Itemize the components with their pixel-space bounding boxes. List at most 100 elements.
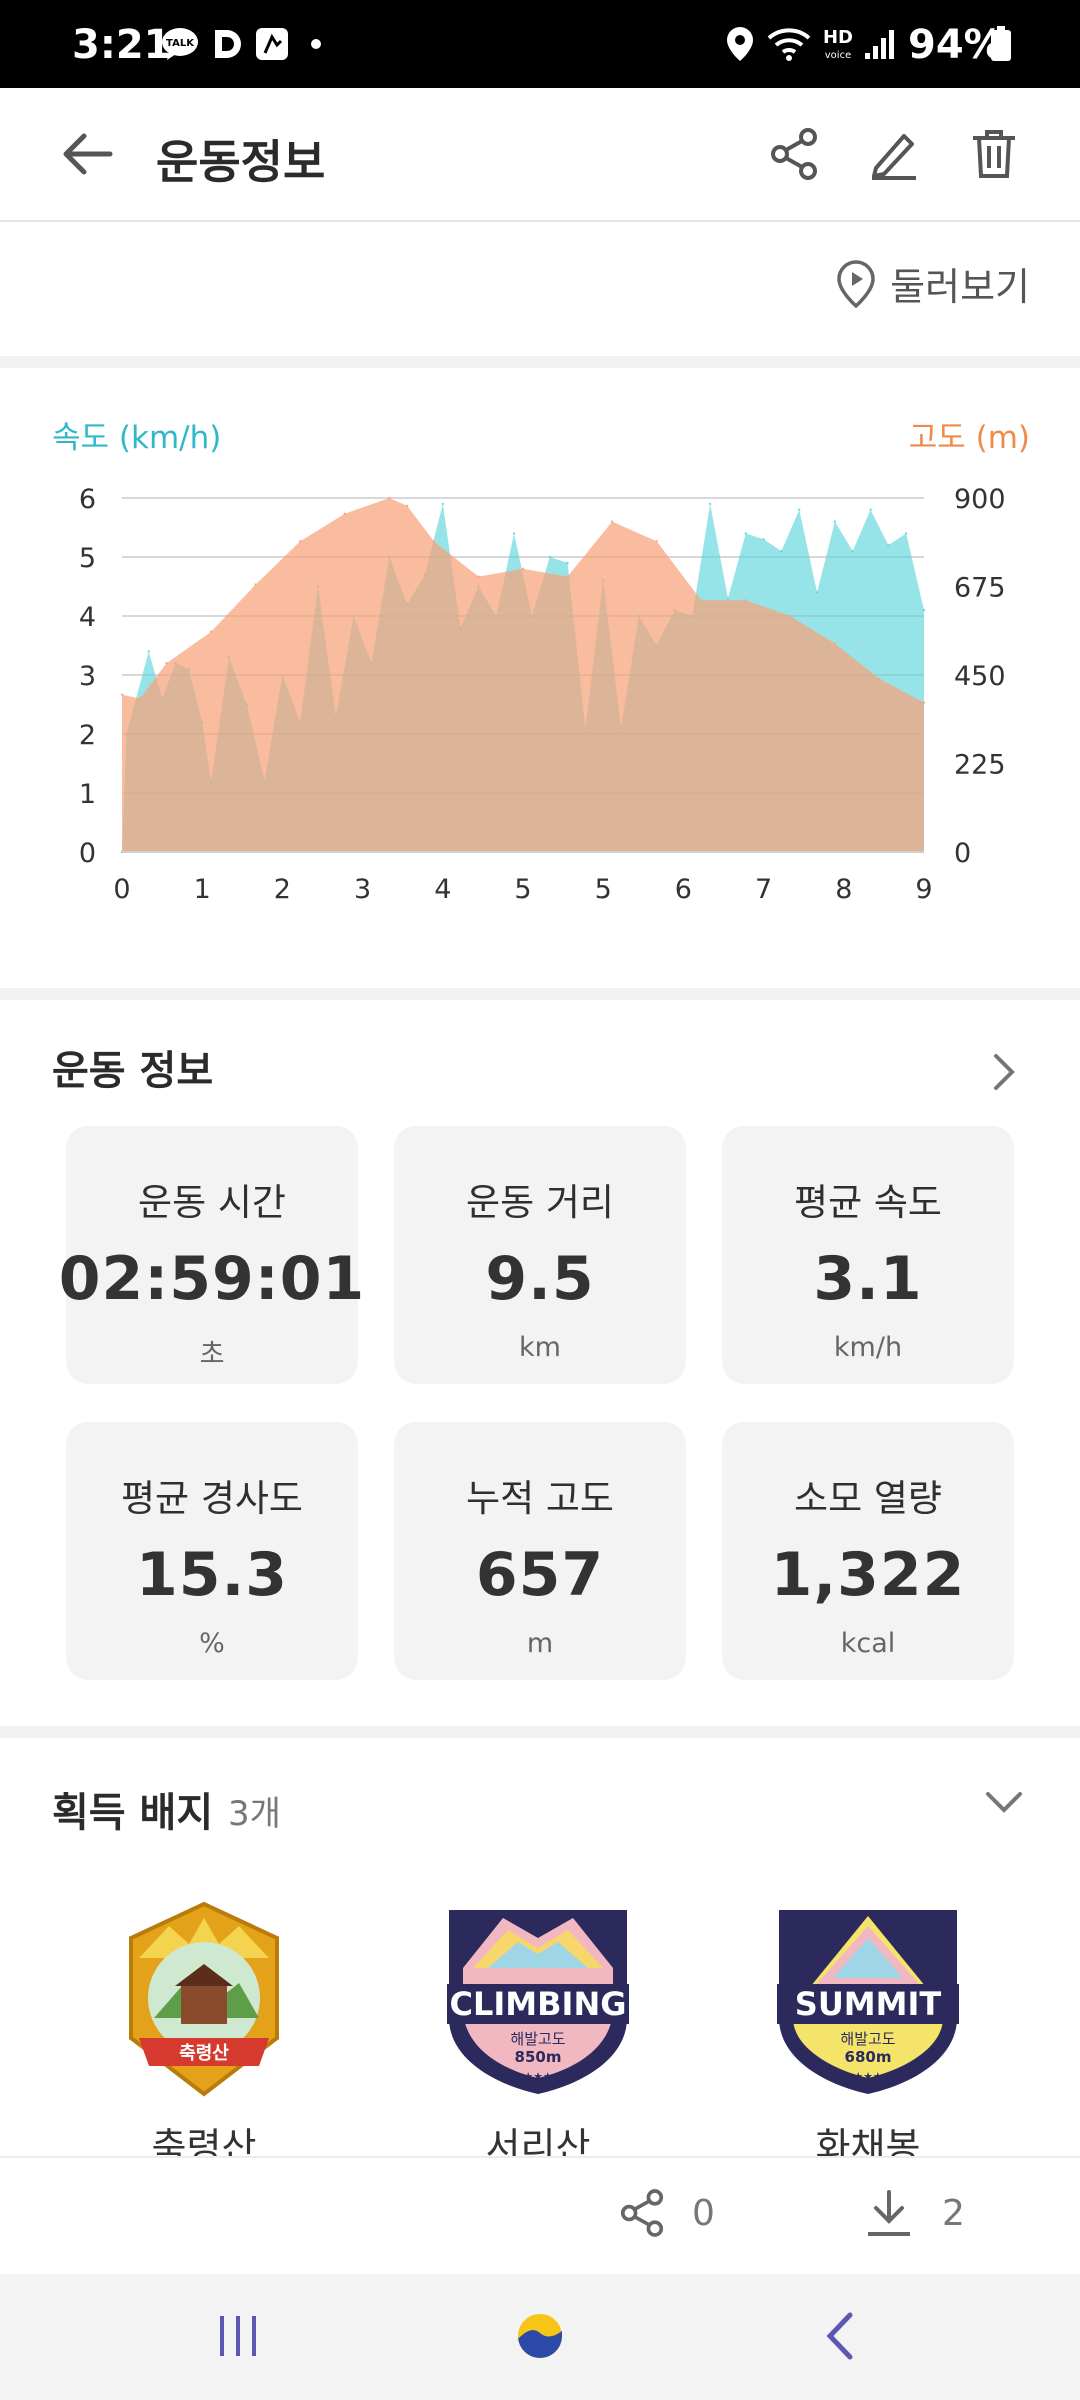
svg-text:TALK: TALK: [166, 38, 195, 49]
edit-icon: [872, 134, 916, 180]
svg-text:★★★: ★★★: [853, 2070, 883, 2083]
stat-card-avg-speed: 평균 속도 3.1 km/h: [722, 1126, 1014, 1384]
stat-label: 누적 고도: [466, 1477, 614, 1520]
speed-point: [726, 597, 730, 600]
footer-download-button[interactable]: 2: [864, 2188, 965, 2238]
svg-text:★★★: ★★★: [523, 2070, 553, 2083]
home-app-icon: [518, 2314, 562, 2358]
y-left-tick-label: 6: [79, 484, 96, 515]
badges-expand-button[interactable]: [968, 1766, 1040, 1838]
nav-back-button[interactable]: [804, 2300, 876, 2372]
badge-item[interactable]: SUMMIT 해발고도 680m ★★★ 화채봉: [748, 1898, 988, 2171]
stat-value: 15.3: [135, 1540, 289, 1610]
page-title: 운동정보: [156, 135, 326, 189]
y-left-tick-label: 5: [79, 543, 96, 574]
speed-point: [512, 532, 516, 535]
speed-point: [548, 555, 551, 559]
delete-icon: [973, 130, 1015, 178]
x-tick-label: 4: [434, 874, 451, 905]
altitude-point: [566, 575, 569, 578]
stat-label: 평균 속도: [794, 1181, 942, 1224]
section-divider: [0, 1726, 1080, 1738]
speed-point: [833, 520, 837, 523]
altitude-point: [655, 540, 658, 543]
badge-emblem-text: CLIMBING: [450, 1985, 627, 2023]
signal-icon: [862, 24, 898, 64]
badge-altitude-text: 850m: [515, 2048, 562, 2066]
stat-unit: 초: [199, 1339, 225, 1370]
badge-emblem-text: SUMMIT: [795, 1985, 942, 2023]
speed-point: [887, 544, 890, 547]
altitude-point: [521, 567, 525, 570]
speed-point: [869, 508, 872, 511]
wifi-icon: [766, 24, 812, 64]
r-icon: [254, 24, 290, 64]
badges-title: 획득 배지: [52, 1790, 214, 1836]
speed-point: [851, 549, 854, 553]
location-icon: [722, 24, 758, 64]
dot-icon: [306, 24, 326, 64]
svg-text:voice: voice: [825, 50, 851, 61]
d-icon: [210, 24, 246, 64]
footer-share-button[interactable]: 0: [620, 2188, 715, 2238]
altitude-point: [120, 693, 124, 696]
badge-altitude-text: 680m: [845, 2048, 892, 2066]
exercise-info-section: 운동 정보 운동 시간 02:59:01 초 운동 거리 9.5 km 평균 속…: [0, 1000, 1080, 1726]
stat-value: 02:59:01: [58, 1244, 366, 1314]
home-button[interactable]: [504, 2300, 576, 2372]
back-chevron-icon: [826, 2312, 853, 2360]
stat-card-calories: 소모 열량 1,322 kcal: [722, 1422, 1014, 1680]
y-left-tick-label: 2: [79, 720, 96, 751]
speed-point: [798, 508, 801, 511]
badge-item[interactable]: 축령산 축령산: [84, 1898, 324, 2171]
altitude-point: [878, 677, 881, 681]
share-button[interactable]: [758, 118, 830, 190]
exercise-info-more-button[interactable]: [968, 1036, 1040, 1108]
x-tick-label: 5: [514, 874, 531, 905]
altitude-point: [138, 697, 142, 700]
stat-unit: %: [199, 1628, 225, 1659]
stat-label: 운동 거리: [466, 1181, 614, 1224]
stat-label: 평균 경사도: [121, 1477, 303, 1520]
altitude-point: [922, 701, 926, 704]
altitude-point: [789, 614, 792, 618]
stat-value: 657: [475, 1540, 605, 1610]
stat-unit: km: [519, 1332, 561, 1363]
x-tick-label: 6: [675, 874, 692, 905]
recent-apps-button[interactable]: [202, 2300, 274, 2372]
altitude-point: [388, 496, 391, 500]
share-icon: [620, 2189, 664, 2237]
stat-unit: kcal: [840, 1628, 896, 1659]
stat-card-distance: 운동 거리 9.5 km: [394, 1126, 686, 1384]
altitude-axis-label: 고도 (m): [908, 420, 1030, 456]
back-button[interactable]: [52, 118, 124, 190]
lookaround-button[interactable]: 둘러보기: [836, 256, 1030, 311]
x-tick-label: 8: [835, 874, 852, 905]
chart-section: 속도 (km/h) 고도 (m) 0 1 2 3 4 5 6 0 225 450 675 900 0 1 2…: [0, 368, 1080, 988]
stat-value: 9.5: [485, 1244, 595, 1314]
y-left-tick-label: 1: [79, 779, 96, 810]
speed-altitude-chart: 0 1 2 3 4 5 6 0 225 450 675 900 0 1 2 3 4 5 5 6 7 8 9: [79, 484, 1006, 905]
stat-label: 소모 열량: [794, 1477, 942, 1520]
altitude-point: [610, 520, 614, 523]
y-right-tick-label: 450: [954, 661, 1006, 692]
status-bar: 3:21 TALK HD voice 94%: [0, 0, 1080, 88]
speed-point: [922, 608, 926, 612]
edit-button[interactable]: [858, 118, 930, 190]
speed-point: [147, 650, 150, 653]
badge-item[interactable]: CLIMBING 해발고도 850m ★★★ 서리산: [418, 1898, 658, 2171]
delete-button[interactable]: [958, 118, 1030, 190]
stat-value: 3.1: [813, 1244, 923, 1314]
x-tick-label: 1: [194, 874, 211, 905]
x-tick-label: 7: [755, 874, 772, 905]
y-left-tick-label: 0: [79, 838, 96, 869]
y-right-tick-label: 900: [954, 484, 1006, 515]
altitude-point: [477, 575, 480, 578]
badges-count: 3개: [228, 1794, 281, 1834]
y-left-tick-label: 3: [79, 661, 96, 692]
mountain-badge-icon: 축령산: [129, 1901, 279, 2097]
section-divider: [0, 356, 1080, 368]
altitude-point: [700, 599, 703, 602]
altitude-point: [405, 504, 409, 508]
altitude-point: [432, 540, 436, 543]
